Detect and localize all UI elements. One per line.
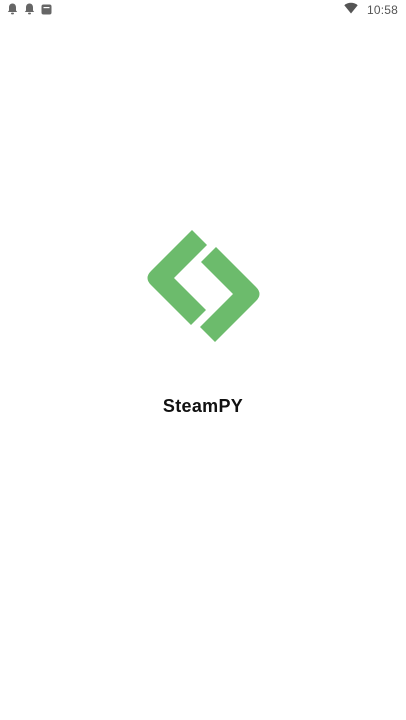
system-status: 10:58 xyxy=(344,1,398,19)
notification-bell-icon xyxy=(7,3,18,15)
status-bar: 10:58 xyxy=(0,0,406,18)
app-name: SteamPY xyxy=(162,396,244,416)
wifi-icon xyxy=(344,1,358,19)
notification-icons xyxy=(7,3,52,15)
clock: 10:58 xyxy=(366,3,398,17)
steampy-logo-icon xyxy=(147,222,261,350)
app-notification-icon xyxy=(41,4,52,15)
notification-bell-icon xyxy=(24,3,35,15)
